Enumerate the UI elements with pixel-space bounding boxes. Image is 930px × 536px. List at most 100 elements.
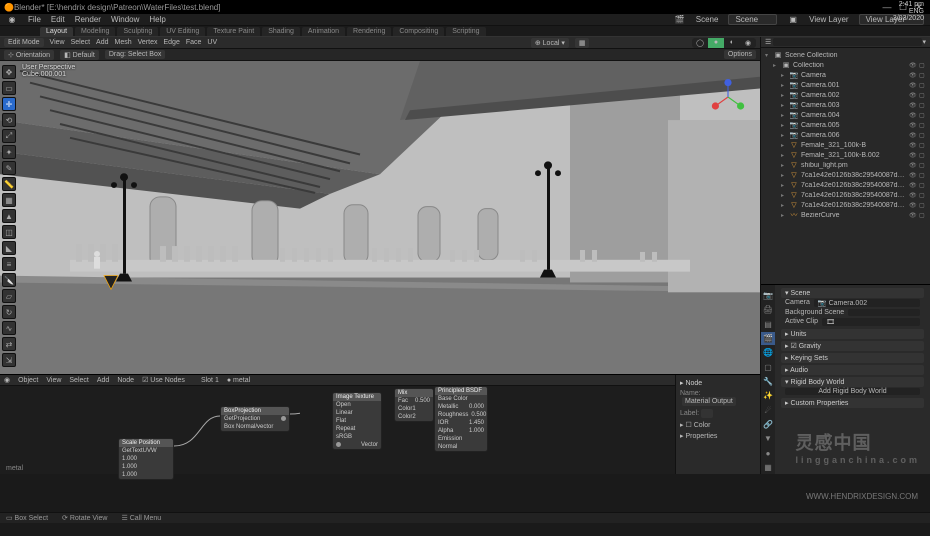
proptab-particles-icon[interactable]: ✨ bbox=[761, 389, 775, 402]
vpmenu-edge[interactable]: Edge bbox=[164, 39, 180, 46]
snap-toggle[interactable]: ▦ bbox=[575, 38, 590, 48]
outliner-item-12[interactable]: ▸▽7ca1e42e0126b38c29540087dc1771cfr.R.00… bbox=[765, 180, 926, 190]
menu-edit[interactable]: Edit bbox=[51, 15, 65, 24]
panel-rbw[interactable]: ▾ Rigid Body World bbox=[781, 377, 924, 387]
node-name-field[interactable]: Material Output bbox=[682, 397, 736, 406]
menu-window[interactable]: Window bbox=[111, 15, 139, 24]
panel-units[interactable]: ▸ Units bbox=[781, 329, 924, 339]
panel-audio[interactable]: ▸ Audio bbox=[781, 365, 924, 375]
use-nodes-toggle[interactable]: ☑ Use Nodes bbox=[142, 376, 185, 384]
outliner-item-13[interactable]: ▸▽7ca1e42e0126b38c29540087dc1771cfr.R.00… bbox=[765, 190, 926, 200]
tool-annotate[interactable]: ✎ bbox=[2, 161, 16, 175]
tool-addcube[interactable]: ▦ bbox=[2, 193, 16, 207]
outliner-item-2[interactable]: ▸📷Camera.001👁▢ bbox=[765, 80, 926, 90]
vpmenu-mesh[interactable]: Mesh bbox=[115, 39, 132, 46]
node-graph[interactable]: Scale Position GetTextUVW 1.000 1.000 1.… bbox=[0, 386, 675, 474]
panel-gravity[interactable]: ▸ ☑ Gravity bbox=[781, 341, 924, 351]
tool-polybuild[interactable]: ▱ bbox=[2, 289, 16, 303]
shade-solid-icon[interactable]: ● bbox=[708, 38, 724, 48]
vpmenu-add[interactable]: Add bbox=[96, 39, 108, 46]
vpmenu-vertex[interactable]: Vertex bbox=[138, 39, 158, 46]
outliner-item-15[interactable]: ▸〰BezierCurve👁▢ bbox=[765, 210, 926, 220]
add-rbw-button[interactable]: Add Rigid Body World bbox=[785, 388, 920, 395]
proptab-constraint-icon[interactable]: 🔗 bbox=[761, 418, 775, 431]
proptab-output-icon[interactable]: 🖨 bbox=[761, 303, 775, 316]
viewport-3d[interactable]: ✥ ▭ ✛ ⟲ ⤢ ✦ ✎ 📏 ▦ ▲ ◫ ◣ ≡ 🔪 ▱ ↻ ∿ ⇄ ⇲ bbox=[0, 61, 760, 374]
tab-shading[interactable]: Shading bbox=[262, 27, 300, 36]
nodemenu-node[interactable]: Node bbox=[117, 377, 134, 384]
active-clip-field[interactable]: 🎞 bbox=[822, 318, 920, 326]
tool-cursor[interactable]: ✥ bbox=[2, 65, 16, 79]
node-label-field[interactable] bbox=[701, 409, 713, 418]
tab-texturepaint[interactable]: Texture Paint bbox=[207, 27, 260, 36]
node-color-panel[interactable]: ▸ ☐ Color bbox=[680, 421, 756, 429]
proptab-render-icon[interactable]: 📷 bbox=[761, 289, 775, 302]
outliner-item-4[interactable]: ▸📷Camera.003👁▢ bbox=[765, 100, 926, 110]
shade-wire-icon[interactable]: ◯ bbox=[692, 38, 708, 48]
outliner-item-0[interactable]: ▸▣Collection👁▢ bbox=[765, 60, 926, 70]
tab-layout[interactable]: Layout bbox=[40, 27, 73, 36]
node-principled[interactable]: Principled BSDF Base Color Metallic0.000… bbox=[434, 386, 488, 452]
filter-icon[interactable]: ▾ bbox=[922, 38, 926, 46]
proptab-object-icon[interactable]: ▢ bbox=[761, 361, 775, 374]
outliner-item-7[interactable]: ▸📷Camera.006👁▢ bbox=[765, 130, 926, 140]
tool-spin[interactable]: ↻ bbox=[2, 305, 16, 319]
slot-dd[interactable]: Slot 1 bbox=[201, 377, 219, 384]
options-dropdown[interactable]: Options bbox=[724, 50, 756, 59]
tool-loopcut[interactable]: ≡ bbox=[2, 257, 16, 271]
scene-dropdown[interactable]: Scene bbox=[728, 14, 777, 25]
outliner-item-6[interactable]: ▸📷Camera.005👁▢ bbox=[765, 120, 926, 130]
node-imgtex[interactable]: Image Texture Open Linear Flat Repeat sR… bbox=[332, 392, 382, 450]
tool-rotate[interactable]: ⟲ bbox=[2, 113, 16, 127]
vpmenu-uv[interactable]: UV bbox=[207, 39, 217, 46]
proptab-material-icon[interactable]: ● bbox=[761, 446, 775, 459]
tool-edgeslide[interactable]: ⇄ bbox=[2, 337, 16, 351]
vpmenu-face[interactable]: Face bbox=[186, 39, 202, 46]
outliner-item-5[interactable]: ▸📷Camera.004👁▢ bbox=[765, 110, 926, 120]
outliner-item-8[interactable]: ▸▽Female_321_100k-B👁▢ bbox=[765, 140, 926, 150]
drag-dropdown[interactable]: Drag: Select Box bbox=[105, 50, 166, 59]
tool-inset[interactable]: ◫ bbox=[2, 225, 16, 239]
proptab-world-icon[interactable]: 🌐 bbox=[761, 346, 775, 359]
nodemenu-view[interactable]: View bbox=[46, 377, 61, 384]
tab-rendering[interactable]: Rendering bbox=[347, 27, 391, 36]
orientation-dropdown[interactable]: ⊹ Orientation bbox=[4, 50, 54, 60]
tool-knife[interactable]: 🔪 bbox=[2, 273, 16, 287]
outliner-item-11[interactable]: ▸▽7ca1e42e0126b38c29540087dc1771cfr.R👁▢ bbox=[765, 170, 926, 180]
scene-camera-field[interactable]: 📷 Camera.002 bbox=[814, 299, 920, 307]
bg-scene-field[interactable] bbox=[848, 309, 920, 316]
pivot-dropdown[interactable]: ⊕ Local ▾ bbox=[531, 38, 569, 48]
proptab-scene-icon[interactable]: 🎬 bbox=[761, 332, 775, 345]
menu-file[interactable]: File bbox=[28, 15, 41, 24]
outliner-item-14[interactable]: ▸▽7ca1e42e0126b38c29540087dc1771cfr.R.00… bbox=[765, 200, 926, 210]
panel-custom[interactable]: ▸ Custom Properties bbox=[781, 398, 924, 408]
menu-render[interactable]: Render bbox=[75, 15, 101, 24]
tool-move[interactable]: ✛ bbox=[2, 97, 16, 111]
node-boxproj[interactable]: BoxProjection GetProjection Box Normal/v… bbox=[220, 406, 290, 432]
proptab-modifier-icon[interactable]: 🔧 bbox=[761, 375, 775, 388]
shade-matprev-icon[interactable]: ◐ bbox=[724, 38, 740, 48]
tab-sculpting[interactable]: Sculpting bbox=[117, 27, 158, 36]
proptab-data-icon[interactable]: ▼ bbox=[761, 432, 775, 445]
tab-compositing[interactable]: Compositing bbox=[393, 27, 444, 36]
vpmenu-view[interactable]: View bbox=[50, 39, 65, 46]
node-scale[interactable]: Scale Position GetTextUVW 1.000 1.000 1.… bbox=[118, 438, 174, 480]
scene-panel[interactable]: ▾ Scene bbox=[781, 288, 924, 298]
tool-smooth[interactable]: ∿ bbox=[2, 321, 16, 335]
tab-modeling[interactable]: Modeling bbox=[75, 27, 115, 36]
vpmenu-select[interactable]: Select bbox=[71, 39, 90, 46]
proptab-physics-icon[interactable]: ☄ bbox=[761, 404, 775, 417]
tool-shrink[interactable]: ⇲ bbox=[2, 353, 16, 367]
outliner-item-10[interactable]: ▸▽shibui_light.pm👁▢ bbox=[765, 160, 926, 170]
outliner-item-9[interactable]: ▸▽Female_321_100k-B.002👁▢ bbox=[765, 150, 926, 160]
tab-uvediting[interactable]: UV Editing bbox=[160, 27, 205, 36]
node-mix[interactable]: Mix Fac0.500 Color1 Color2 bbox=[394, 388, 434, 422]
nav-gizmo[interactable] bbox=[710, 79, 746, 115]
default-dropdown[interactable]: ◧ Default bbox=[60, 50, 99, 60]
outliner-search[interactable] bbox=[773, 38, 922, 46]
mode-dropdown[interactable]: Edit Mode bbox=[4, 38, 44, 47]
menu-help[interactable]: Help bbox=[149, 15, 165, 24]
tool-measure[interactable]: 📏 bbox=[2, 177, 16, 191]
node-props-panel[interactable]: ▸ Properties bbox=[680, 432, 756, 440]
outliner-root[interactable]: ▾▣Scene Collection bbox=[765, 50, 926, 60]
